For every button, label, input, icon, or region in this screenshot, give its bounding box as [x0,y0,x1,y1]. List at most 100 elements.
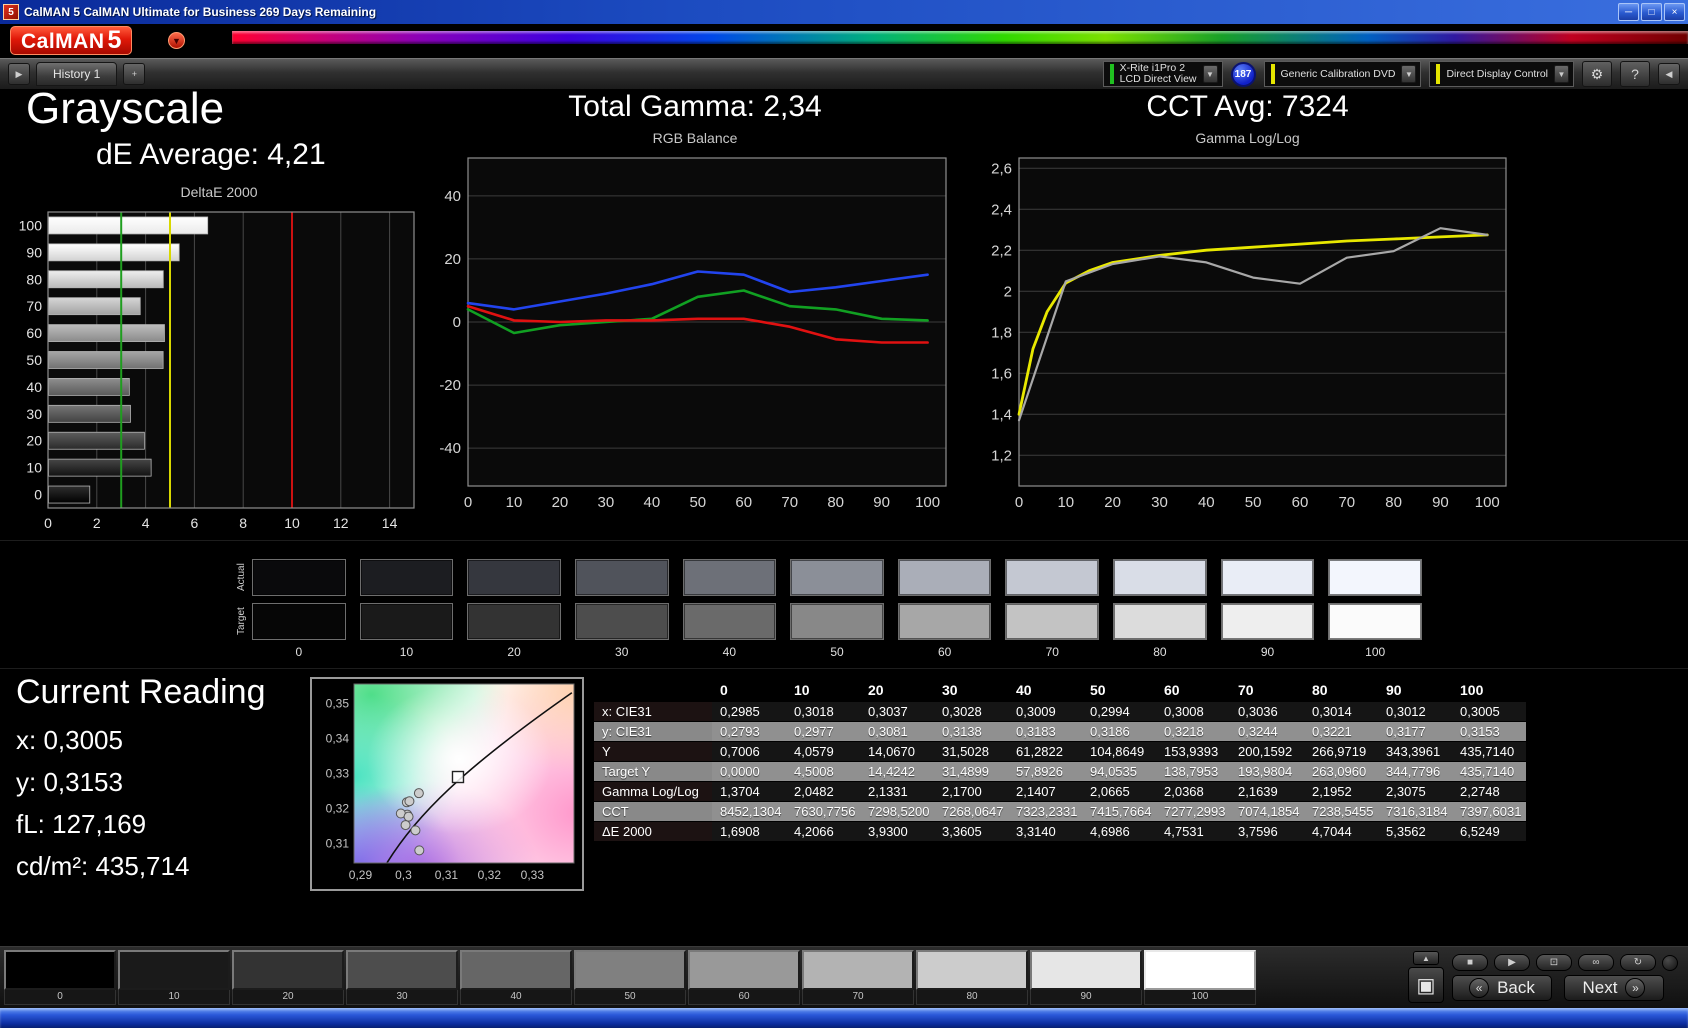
pattern-level-90[interactable]: 90 [1030,950,1142,1005]
target-swatch-70 [1005,603,1100,640]
level-swatch [688,950,800,990]
svg-text:80: 80 [26,271,42,287]
minimize-button[interactable]: ─ [1618,3,1639,21]
svg-text:10: 10 [1057,494,1074,511]
window-title: CalMAN 5 CalMAN Ultimate for Business 26… [24,5,377,19]
panel-left-icon: ◀ [1665,68,1673,79]
table-cell: 4,5008 [794,764,834,779]
swatch-column-label: 60 [937,645,952,659]
svg-text:80: 80 [827,494,844,511]
target-swatch-80 [1113,603,1207,640]
dropdown-icon: ▼ [1206,69,1214,79]
current-reading-title: Current Reading [16,673,266,711]
table-cell: 0,3218 [1164,724,1204,739]
tray-expand-button[interactable]: ▲ [1413,951,1439,965]
table-cell: 14,4242 [868,764,915,779]
table-cell: 193,9804 [1238,764,1293,779]
left-panel-toggle-button[interactable]: ▶ [8,63,30,85]
actual-swatch-10 [359,559,454,596]
single-measure-button[interactable]: ⊡ [1536,954,1572,971]
gamma-chart-block: Gamma Log/Log 2,6 2,4 2,2 2 1,8 1,6 1,4 1,2 0 10 2… [975,130,1520,529]
level-label: 50 [574,990,686,1005]
pattern-level-30[interactable]: 30 [346,950,458,1005]
settings-button[interactable]: ⚙ [1582,61,1612,87]
svg-text:60: 60 [735,494,752,511]
pattern-level-100[interactable]: 100 [1144,950,1256,1005]
pattern-level-80[interactable]: 80 [916,950,1028,1005]
play-button[interactable]: ▶ [1494,954,1530,971]
display-control-selector[interactable]: Direct Display Control ▼ [1429,61,1574,87]
table-cell: 2,0482 [794,784,834,799]
meter-selector[interactable]: X-Rite i1Pro 2 LCD Direct View ▼ [1102,61,1223,87]
table-row: ΔE 2000 1,6908 4,2066 3,9300 3,3605 3,3140 4,6… [594,821,1526,842]
target-swatch-10 [359,603,454,640]
tab-history-1[interactable]: History 1 [36,62,118,86]
actual-swatch-row [252,559,1422,596]
transport-cluster: ▲ ▣ ■ ▶ ⊡ ∞ ↻ « Back Next » [1402,950,1684,1005]
swatch-column-label: 40 [722,645,737,659]
row-label: Target Y [594,761,712,782]
logo-menu-button[interactable]: ▼ [168,32,185,49]
panel-right-icon: ▶ [15,68,23,79]
continuous-measure-button[interactable]: ∞ [1578,954,1614,971]
meter-dropdown-button[interactable]: ▼ [1202,65,1218,83]
pattern-level-40[interactable]: 40 [460,950,572,1005]
table-cell: 1,6908 [720,824,760,839]
svg-text:20: 20 [444,251,461,268]
level-swatch [346,950,458,990]
table-col-header: 10 [794,682,810,698]
table-cell: 104,8649 [1090,744,1145,759]
stop-button[interactable]: ■ [1452,954,1488,971]
pattern-level-10[interactable]: 10 [118,950,230,1005]
deltae-chart: 10090807060504030201000 2 4 6 8 10 12 14 [19,211,415,531]
add-tab-button[interactable]: + [123,63,146,85]
workflow-selector[interactable]: Generic Calibration DVD ▼ [1263,61,1422,87]
restore-button[interactable]: □ [1641,3,1662,21]
table-header-row: 0 10 20 30 40 50 60 70 80 90 100 [594,679,1526,702]
swatch-column-label: 80 [1153,645,1167,659]
svg-text:1,6: 1,6 [991,365,1012,382]
table-cell: 0,3012 [1386,704,1426,719]
workflow-dropdown-button[interactable]: ▼ [1401,65,1417,83]
back-button[interactable]: « Back [1452,975,1552,1001]
pattern-level-0[interactable]: 0 [4,950,116,1005]
cie-chart-box: 0,35 0,34 0,33 0,32 0,31 0,29 0,3 0,31 0,32 0,33 [310,677,584,891]
table-cell: 2,1700 [942,784,982,799]
svg-text:50: 50 [1245,494,1262,511]
table-cell: 2,2748 [1460,784,1500,799]
meter-status-stripe [1109,64,1114,84]
table-cell: 7323,2331 [1016,804,1078,819]
svg-text:40: 40 [444,188,461,205]
right-panel-toggle-button[interactable]: ◀ [1658,63,1680,85]
logo-brand-text: CalMAN [21,30,105,53]
svg-text:-20: -20 [439,377,461,394]
pattern-level-20[interactable]: 20 [232,950,344,1005]
pattern-window-button[interactable]: ▣ [1408,967,1444,1003]
pattern-level-70[interactable]: 70 [802,950,914,1005]
table-cell: 4,0579 [794,744,834,759]
level-label: 30 [346,990,458,1005]
dropdown-icon: ▼ [172,35,181,46]
next-button[interactable]: Next » [1564,975,1664,1001]
reading-count-badge: 187 [1230,61,1256,87]
row-label: x: CIE31 [594,701,712,722]
row-label: y: CIE31 [594,721,712,742]
svg-text:90: 90 [1432,494,1449,511]
actual-swatch-30 [574,559,669,596]
calman-window: 5 CalMAN 5 CalMAN Ultimate for Business … [0,0,1688,1028]
pattern-level-60[interactable]: 60 [688,950,800,1005]
close-button[interactable]: × [1664,3,1685,21]
row-label: ΔE 2000 [594,821,712,842]
pattern-level-50[interactable]: 50 [574,950,686,1005]
loop-button[interactable]: ↻ [1620,954,1656,971]
help-button[interactable]: ? [1620,61,1650,87]
target-swatch-30 [574,603,669,640]
app-icon-glyph: 5 [8,6,14,18]
svg-text:0: 0 [453,314,461,331]
calman-logo[interactable]: CalMAN 5 [10,26,133,55]
level-swatch [118,950,230,990]
display-dropdown-button[interactable]: ▼ [1554,65,1569,83]
table-cell: 0,3081 [868,724,908,739]
svg-text:1,4: 1,4 [991,406,1012,423]
svg-text:10: 10 [284,515,300,531]
